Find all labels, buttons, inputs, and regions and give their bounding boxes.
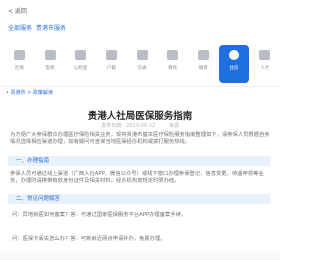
article-intro: 为方便广大参保群众办理医疗保险相关业务，现将贵港市基本医疗保险服务指南整理如下，… <box>10 132 270 145</box>
tool-item-housing-active[interactable]: 住房 <box>218 45 250 83</box>
home-icon <box>229 50 240 60</box>
tool-label: 户籍 <box>106 66 116 71</box>
tool-label: 住房 <box>229 66 239 71</box>
building-icon <box>13 50 25 60</box>
tool-label: 公积金 <box>73 66 88 71</box>
tool-item-housing-fund[interactable]: 公积金 <box>65 45 96 83</box>
book-icon <box>167 50 179 60</box>
back-link[interactable]: < 返回 <box>8 6 27 15</box>
faq-item: 问：医保卡丢失怎么办？答：可到就近网点申请补办，免费办理。 <box>12 236 166 242</box>
tool-label: 医保 <box>45 66 55 71</box>
tool-label: 婚育 <box>198 66 208 71</box>
tool-label: 社保 <box>14 66 24 71</box>
source-label: 来源 <box>168 123 179 129</box>
breadcrumb-item-all[interactable]: 全部服务 <box>8 23 32 32</box>
car-icon <box>136 50 148 60</box>
hospital-icon <box>44 50 56 60</box>
section-heading-faq: 二、常见问题解答 <box>8 194 270 204</box>
tool-item-medical-insurance[interactable]: 医保 <box>35 45 66 83</box>
tool-label: 交通 <box>137 66 147 71</box>
toolbar-divider <box>0 86 280 87</box>
service-toolbar: 社保 医保 公积金 户籍 交通 教育 婚育 住房 人才 <box>0 45 280 85</box>
faq-item: 问：异地就医如何备案？答：可通过国家医保服务平台APP办理备案手续。 <box>12 212 187 218</box>
breadcrumb: 全部服务 贵港市服务 <box>8 23 66 32</box>
publish-date: 发布日期：2023-05-12 <box>101 123 156 129</box>
id-card-icon <box>105 50 117 60</box>
tool-label: 教育 <box>168 66 178 71</box>
tool-label: 人才 <box>260 66 270 71</box>
section-heading-guide: 一、办理指南 <box>8 156 270 166</box>
tool-item-transport[interactable]: 交通 <box>127 45 158 83</box>
scroll-fade <box>0 248 280 260</box>
tool-item-education[interactable]: 教育 <box>157 45 188 83</box>
tool-item-talent[interactable]: 人才 <box>249 45 280 83</box>
person-icon <box>259 50 271 60</box>
tool-item-household[interactable]: 户籍 <box>96 45 127 83</box>
article-title: 贵港人社局医保服务指南 <box>87 111 193 122</box>
section-body-guide: 参保人员可通过线上渠道（广西人社APP、微信公众号）或线下窗口办理参保登记、信息… <box>10 171 264 184</box>
tool-item-marriage[interactable]: 婚育 <box>188 45 219 83</box>
location-breadcrumb[interactable]: • 贵港市 > 政策解读 <box>6 89 53 96</box>
article-meta: 发布日期：2023-05-12 来源 <box>0 122 280 129</box>
heart-icon <box>197 50 209 60</box>
house-icon <box>75 50 87 60</box>
tool-item-social-insurance[interactable]: 社保 <box>4 45 35 83</box>
breadcrumb-item-city[interactable]: 贵港市服务 <box>36 23 66 32</box>
